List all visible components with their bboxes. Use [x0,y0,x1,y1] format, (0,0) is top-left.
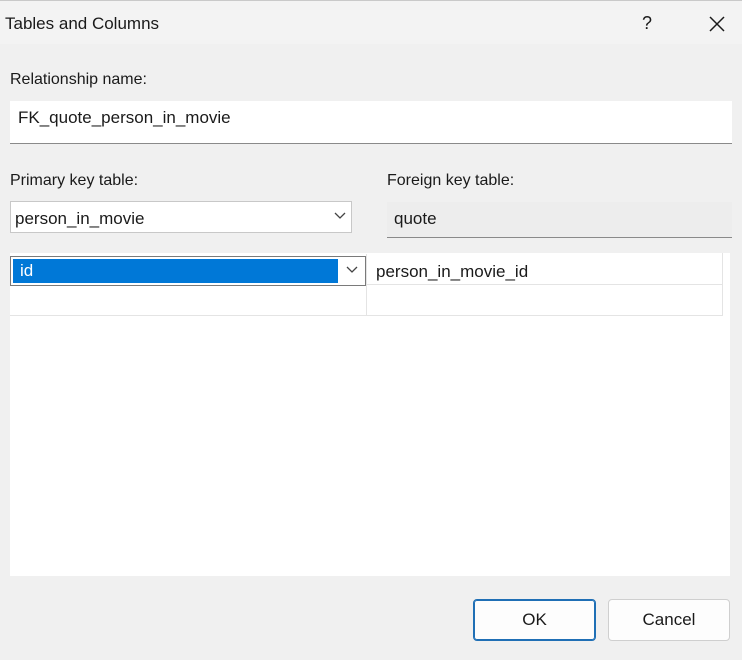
foreign-column-cell[interactable]: person_in_movie_id [376,262,528,282]
ok-button[interactable]: OK [473,599,596,641]
grid-edge [722,253,723,316]
cancel-button[interactable]: Cancel [608,599,730,641]
column-divider [366,254,367,284]
table-row[interactable]: id person_in_movie_id [10,254,722,286]
primary-column-select[interactable]: id [10,256,366,286]
relationship-name-label: Relationship name: [10,71,147,88]
primary-key-table-value: person_in_movie [15,209,145,228]
foreign-key-table-label: Foreign key table: [387,172,515,189]
primary-key-table-select[interactable]: person_in_movie [10,201,352,233]
close-icon [709,16,725,32]
primary-column-value: id [13,259,338,283]
column-divider [366,285,367,315]
table-row[interactable] [10,285,722,316]
window-title: Tables and Columns [5,14,160,33]
chevron-down-icon [334,212,346,219]
chevron-down-icon [346,266,358,273]
title-bar: Tables and Columns ? [0,0,742,44]
primary-key-table-label: Primary key table: [10,172,139,189]
help-button[interactable]: ? [632,5,662,41]
columns-grid: id person_in_movie_id [10,253,730,576]
foreign-key-table-field: quote [387,202,732,238]
close-button[interactable] [700,5,734,41]
relationship-name-input[interactable]: FK_quote_person_in_movie [10,101,732,144]
